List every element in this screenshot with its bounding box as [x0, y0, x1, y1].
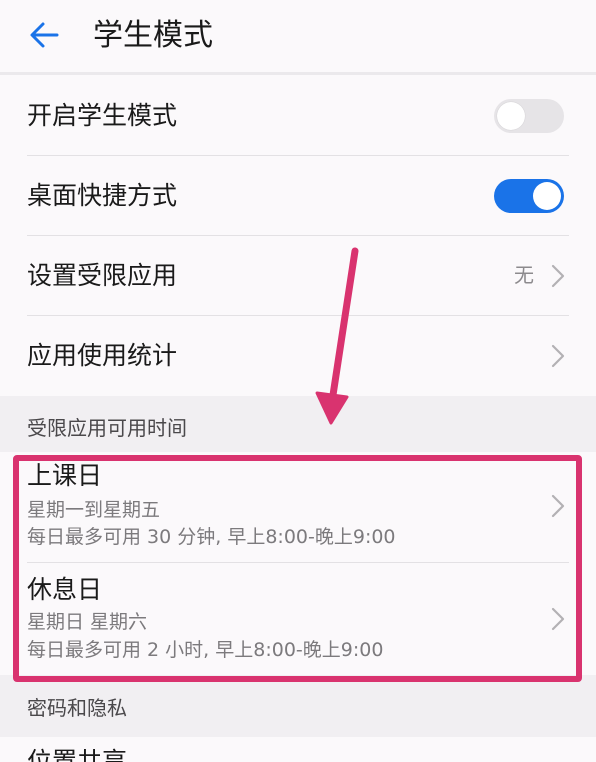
chevron-right-icon — [551, 494, 565, 518]
header-divider — [0, 72, 596, 75]
toggle-knob — [497, 102, 525, 130]
restricted-apps-row[interactable]: 设置受限应用 无 — [0, 236, 596, 316]
desktop-shortcut-label: 桌面快捷方式 — [27, 181, 178, 210]
student-mode-row[interactable]: 开启学生模式 — [0, 76, 596, 156]
time-section-label: 受限应用可用时间 — [27, 416, 187, 440]
page-title: 学生模式 — [93, 18, 213, 53]
desktop-shortcut-toggle[interactable] — [494, 179, 564, 213]
privacy-section-header: 密码和隐私 — [0, 675, 596, 737]
student-mode-screen: 学生模式 开启学生模式 桌面快捷方式 设置受限应用 无 应用使用统计 受限应用可… — [0, 0, 596, 762]
back-button[interactable] — [22, 12, 68, 58]
app-usage-stats-label: 应用使用统计 — [27, 341, 178, 370]
privacy-section-label: 密码和隐私 — [27, 696, 127, 720]
rest-day-days: 星期日 星期六 — [27, 611, 148, 633]
restricted-apps-label: 设置受限应用 — [27, 261, 178, 290]
toggle-knob — [533, 182, 561, 210]
desktop-shortcut-row[interactable]: 桌面快捷方式 — [0, 156, 596, 236]
rest-day-row[interactable]: 休息日 星期日 星期六 每日最多可用 2 小时, 早上8:00-晚上9:00 — [0, 563, 596, 675]
chevron-right-icon — [551, 264, 565, 288]
app-usage-stats-row[interactable]: 应用使用统计 — [0, 316, 596, 396]
school-day-limit: 每日最多可用 30 分钟, 早上8:00-晚上9:00 — [27, 526, 396, 548]
school-day-days: 星期一到星期五 — [27, 499, 161, 521]
restricted-apps-value: 无 — [514, 263, 534, 287]
location-sharing-label[interactable]: 位置共享 — [27, 742, 127, 762]
school-day-row[interactable]: 上课日 星期一到星期五 每日最多可用 30 分钟, 早上8:00-晚上9:00 — [0, 452, 596, 562]
student-mode-label: 开启学生模式 — [27, 101, 178, 130]
arrow-left-icon — [30, 22, 59, 48]
app-header: 学生模式 — [0, 0, 596, 72]
school-day-title: 上课日 — [27, 461, 103, 490]
chevron-right-icon — [551, 607, 565, 631]
rest-day-title: 休息日 — [27, 575, 103, 604]
student-mode-toggle[interactable] — [494, 99, 564, 133]
time-section-header: 受限应用可用时间 — [0, 396, 596, 452]
rest-day-limit: 每日最多可用 2 小时, 早上8:00-晚上9:00 — [27, 639, 384, 661]
chevron-right-icon — [551, 344, 565, 368]
